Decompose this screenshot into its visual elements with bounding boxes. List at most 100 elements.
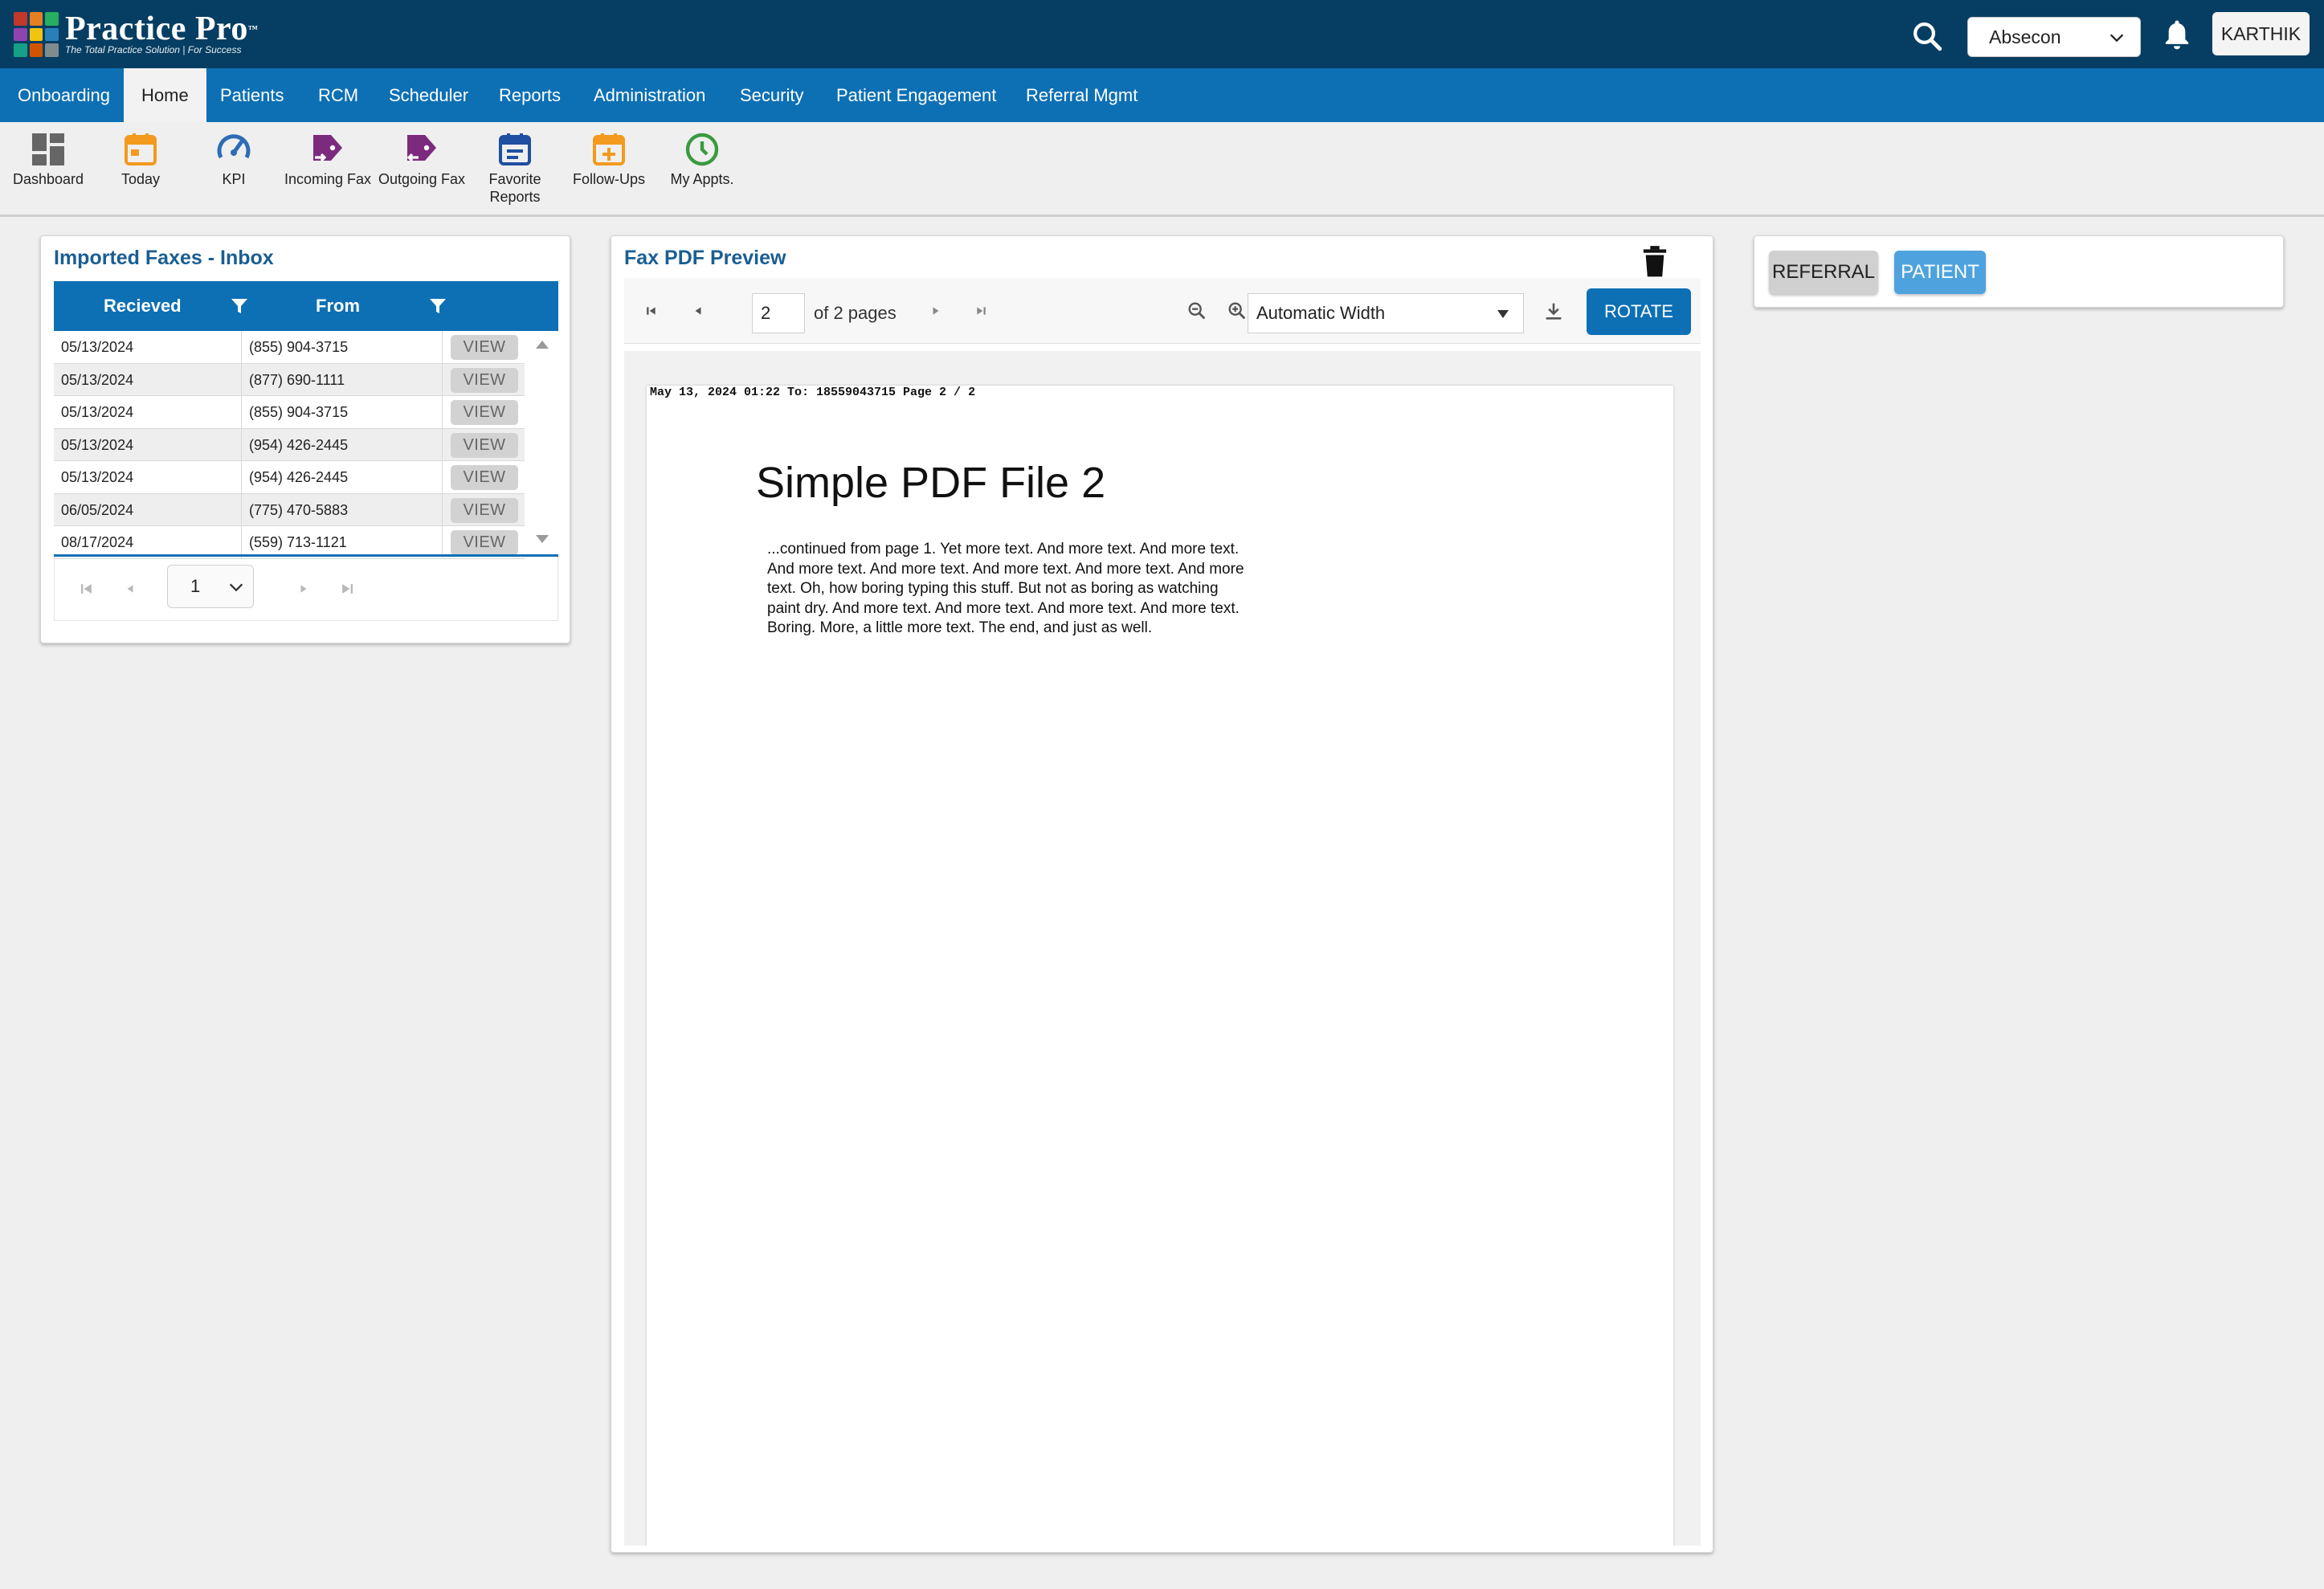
chevron-down-icon [229, 583, 243, 592]
view-button[interactable]: VIEW [451, 335, 518, 360]
nav-reports[interactable]: Reports [481, 68, 578, 122]
zoom-out-icon[interactable] [1186, 300, 1208, 322]
table-row[interactable]: 05/13/2024 (954) 426-2445 VIEW [54, 428, 525, 461]
nav-rcm[interactable]: RCM [300, 68, 376, 122]
view-button[interactable]: VIEW [451, 432, 518, 458]
user-menu-button[interactable]: KARTHIK [2212, 12, 2310, 55]
toolbar-favorite-reports[interactable]: Favorite Reports [471, 130, 559, 206]
page-select-value: 1 [190, 576, 201, 596]
toolbar-my-appts[interactable]: My Appts. [658, 130, 746, 188]
logo-trademark: ™ [247, 23, 259, 35]
last-page-icon[interactable] [970, 300, 992, 322]
inbox-grid-header: Recieved From [54, 281, 558, 331]
nav-administration[interactable]: Administration [576, 68, 723, 122]
zoom-select[interactable]: Automatic Width [1248, 293, 1524, 333]
toolbar-label: Dashboard [12, 171, 84, 187]
nav-referral-mgmt[interactable]: Referral Mgmt [1008, 68, 1155, 122]
toolbar-label: My Appts. [670, 171, 734, 187]
last-page-icon[interactable] [336, 578, 358, 600]
pdf-text-line: text. Oh, how boring typing this stuff. … [767, 580, 1219, 597]
inbox-scrollbar[interactable] [525, 331, 558, 554]
column-from[interactable]: From [316, 281, 360, 331]
calendar-today-icon [125, 133, 157, 165]
notifications-bell-icon[interactable] [2161, 18, 2193, 53]
view-button[interactable]: VIEW [451, 530, 518, 555]
page-number-input[interactable]: 2 [752, 293, 805, 333]
download-icon[interactable] [1542, 300, 1565, 322]
nav-scheduler[interactable]: Scheduler [371, 68, 486, 122]
nav-patient-engagement[interactable]: Patient Engagement [819, 68, 1014, 122]
fax-header-line: May 13, 2024 01:22 To: 18559043715 Page … [650, 386, 976, 399]
outgoing-fax-icon [406, 135, 436, 162]
nav-onboarding[interactable]: Onboarding [0, 68, 128, 122]
pdf-body-text: ...continued from page 1. Yet more text.… [767, 540, 1313, 639]
toolbar-follow-ups[interactable]: Follow-Ups [565, 130, 653, 188]
caret-down-icon [1497, 310, 1509, 318]
toolbar-kpi[interactable]: KPI [190, 130, 278, 188]
calendar-add-icon [593, 133, 625, 165]
zoom-in-icon[interactable] [1226, 300, 1248, 322]
previous-page-icon[interactable] [119, 578, 141, 600]
toolbar-dashboard[interactable]: Dashboard [4, 130, 92, 188]
toolbar-today[interactable]: Today [96, 130, 185, 188]
table-row[interactable]: 05/13/2024 (954) 426-2445 VIEW [54, 461, 525, 494]
nav-home[interactable]: Home [124, 68, 206, 122]
column-received[interactable]: Recieved [104, 281, 182, 331]
page-count-text: of 2 pages [814, 303, 897, 323]
nav-patients[interactable]: Patients [202, 68, 302, 122]
received-date: 05/13/2024 [61, 339, 134, 355]
view-button[interactable]: VIEW [451, 497, 518, 523]
toolbar-label: Favorite Reports [488, 171, 541, 205]
trash-icon[interactable] [1641, 246, 1668, 278]
nav-security[interactable]: Security [722, 68, 821, 122]
table-row[interactable]: 06/05/2024 (775) 470-5883 VIEW [54, 493, 525, 526]
received-date: 08/17/2024 [61, 534, 134, 550]
next-page-icon[interactable] [292, 578, 315, 600]
toolbar-outgoing-fax[interactable]: Outgoing Fax [378, 130, 466, 188]
action-panel: REFERRAL PATIENT [1754, 235, 2284, 308]
pdf-page: May 13, 2024 01:22 To: 18559043715 Page … [647, 386, 1673, 1546]
filter-icon[interactable] [428, 296, 447, 317]
table-row[interactable]: 05/13/2024 (855) 904-3715 VIEW [54, 396, 525, 429]
first-page-icon[interactable] [640, 300, 663, 322]
next-page-icon[interactable] [925, 300, 947, 322]
received-date: 05/13/2024 [61, 371, 134, 388]
received-date: 05/13/2024 [61, 469, 134, 485]
referral-button[interactable]: REFERRAL [1769, 251, 1878, 294]
fax-pdf-preview-panel: Fax PDF Preview 2 of 2 pages Automatic W… [611, 235, 1713, 1553]
previous-page-icon[interactable] [687, 300, 709, 322]
speedometer-icon [217, 134, 251, 159]
patient-button[interactable]: PATIENT [1894, 251, 1986, 294]
imported-faxes-panel: Imported Faxes - Inbox Recieved From 05/… [40, 235, 570, 643]
table-row[interactable]: 05/13/2024 (877) 690-1111 VIEW [54, 363, 525, 396]
view-button[interactable]: VIEW [451, 367, 518, 393]
practice-pro-logo[interactable]: Practice Pro™ The Total Practice Solutio… [14, 12, 258, 57]
scroll-down-icon[interactable] [534, 533, 550, 545]
view-button[interactable]: VIEW [451, 400, 518, 425]
toolbar-label: Outgoing Fax [378, 171, 466, 187]
pdf-text-line: And more text. And more text. And more t… [767, 560, 1244, 578]
toolbar-incoming-fax[interactable]: Incoming Fax [284, 130, 372, 188]
report-calendar-icon [499, 133, 531, 165]
view-button[interactable]: VIEW [451, 465, 518, 490]
chevron-down-icon [2110, 34, 2124, 43]
home-toolbar: Dashboard Today KPI Incoming Fax Outgoin… [0, 122, 2324, 217]
from-number: (877) 690-1111 [249, 371, 345, 388]
filter-icon[interactable] [230, 296, 249, 317]
from-number: (855) 904-3715 [249, 339, 349, 355]
from-number: (559) 713-1121 [249, 534, 347, 550]
toolbar-label: KPI [222, 171, 246, 187]
from-number: (855) 904-3715 [249, 404, 349, 420]
scroll-up-icon[interactable] [534, 339, 550, 350]
inbox-pager: 1 [54, 557, 558, 621]
table-row[interactable]: 05/13/2024 (855) 904-3715 VIEW [54, 331, 525, 364]
pdf-viewer-area[interactable]: May 13, 2024 01:22 To: 18559043715 Page … [624, 351, 1701, 1546]
logo-mark-icon [14, 12, 59, 57]
preview-title: Fax PDF Preview [624, 247, 786, 269]
received-date: 06/05/2024 [61, 501, 134, 518]
page-select[interactable]: 1 [167, 565, 254, 608]
first-page-icon[interactable] [76, 578, 98, 600]
location-select[interactable]: Absecon [1967, 17, 2141, 57]
search-icon[interactable] [1910, 19, 1944, 53]
rotate-button[interactable]: ROTATE [1587, 288, 1691, 335]
